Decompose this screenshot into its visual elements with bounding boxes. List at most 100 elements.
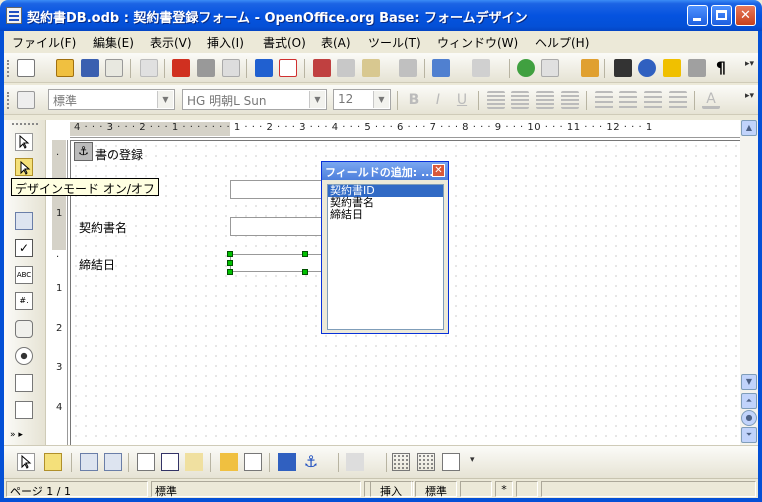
auto-control-focus-icon[interactable] [244,453,262,471]
align-left-icon[interactable] [487,91,505,109]
form-title-label[interactable]: 書の登録 [95,146,143,163]
selection-handle[interactable] [227,260,233,266]
numbering-icon[interactable] [595,91,613,109]
combo-box-icon[interactable] [15,401,33,419]
push-button-icon[interactable] [15,320,33,338]
position-and-size-icon[interactable] [278,453,296,471]
selection-handle[interactable] [227,269,233,275]
chevron-down-icon[interactable]: ▼ [309,91,325,108]
contract-name-label[interactable]: 契約書名 [79,219,127,236]
previous-page-button[interactable]: ⏶ [741,393,757,409]
scroll-down-button[interactable]: ▼ [741,374,757,390]
checkbox-control-icon[interactable]: ✓ [15,239,33,257]
anchor-icon[interactable]: ⚓ [74,142,93,161]
new-document-icon[interactable] [17,59,35,77]
menu-table[interactable]: 表(A) [321,34,351,51]
toolbar-grip[interactable] [12,123,38,125]
design-mode-icon[interactable] [15,158,33,176]
font-color-icon[interactable]: A [702,91,720,109]
chevron-down-icon[interactable]: ▼ [157,91,173,108]
draw-functions-icon[interactable] [581,59,599,77]
chevron-down-icon[interactable]: ▼ [373,91,389,108]
decrease-indent-icon[interactable] [644,91,662,109]
cut-icon[interactable] [313,59,331,77]
form-navigator-icon[interactable] [185,453,203,471]
conclusion-date-textbox[interactable] [230,254,322,272]
selection-handle[interactable] [302,251,308,257]
alignment-icon[interactable] [346,453,364,471]
contract-name-textbox[interactable] [230,217,322,236]
minimize-button[interactable] [687,5,708,26]
form-properties-icon[interactable] [104,453,122,471]
toolbar-overflow-icon[interactable]: ▸▾ [745,59,754,69]
menu-tools[interactable]: ツール(T) [368,34,421,51]
menu-window[interactable]: ウィンドウ(W) [437,34,518,51]
bold-icon[interactable]: B [405,91,423,109]
align-center-icon[interactable] [511,91,529,109]
underline-icon[interactable]: U [453,91,471,109]
menu-view[interactable]: 表示(V) [150,34,192,51]
add-field-dialog[interactable]: フィールドの追加: ... ✕ 契約書ID 契約書名 締結日 [321,161,449,334]
toolbar-overflow-icon[interactable]: ▾ [470,455,475,465]
bullets-icon[interactable] [619,91,637,109]
find-replace-icon[interactable] [614,59,632,77]
digital-signature-indicator[interactable] [516,481,538,497]
selection-mode-indicator[interactable]: 標準 [415,481,457,498]
menu-file[interactable]: ファイル(F) [12,34,76,51]
toolbar-grip[interactable] [7,60,10,77]
align-right-icon[interactable] [536,91,554,109]
styles-formatting-icon[interactable] [17,91,35,109]
toolbar-grip[interactable] [7,92,10,109]
control-properties-icon[interactable] [80,453,98,471]
email-icon[interactable] [105,59,123,77]
app-icon[interactable] [6,7,22,24]
open-folder-icon[interactable] [56,59,74,77]
print-icon[interactable] [197,59,215,77]
italic-icon[interactable]: I [429,91,447,109]
design-mode-icon[interactable] [44,453,62,471]
contract-id-textbox[interactable] [230,180,322,199]
navigation-button[interactable]: ● [741,410,757,426]
spellcheck-icon[interactable] [255,59,273,77]
navigator-compass-icon[interactable] [638,59,656,77]
option-button-icon[interactable] [15,347,33,365]
redo-icon[interactable] [472,59,490,77]
format-paintbrush-icon[interactable] [399,59,417,77]
navigator-icon[interactable] [517,59,535,77]
snap-to-grid-icon[interactable] [417,453,435,471]
field-list[interactable]: 契約書ID 契約書名 締結日 [327,184,444,330]
copy-icon[interactable] [337,59,355,77]
next-page-button[interactable]: ⏷ [741,427,757,443]
add-field-icon[interactable] [161,453,179,471]
modified-indicator[interactable]: * [495,481,513,497]
scroll-up-button[interactable]: ▲ [741,120,757,136]
selection-handle[interactable] [227,251,233,257]
justify-icon[interactable] [561,91,579,109]
increase-indent-icon[interactable] [669,91,687,109]
paste-icon[interactable] [362,59,380,77]
vertical-scrollbar[interactable]: ▲ ▼ ⏶ ● ⏷ [740,120,758,445]
menu-help[interactable]: ヘルプ(H) [535,34,589,51]
selection-handle[interactable] [302,269,308,275]
page-style-indicator[interactable]: 標準 [151,481,361,498]
undo-icon[interactable] [432,59,450,77]
form-design-icon[interactable] [15,212,33,230]
display-grid-icon[interactable] [392,453,410,471]
guides-when-moving-icon[interactable] [442,453,460,471]
open-in-design-mode-icon[interactable] [220,453,238,471]
save-icon[interactable] [81,59,99,77]
maximize-button[interactable] [711,5,732,26]
pdf-export-icon[interactable] [172,59,190,77]
select-pointer-icon[interactable] [15,133,33,151]
object-info-indicator[interactable] [541,481,756,497]
activation-order-icon[interactable] [137,453,155,471]
hyperlink-mode-indicator[interactable] [460,481,492,497]
formatted-field-icon[interactable]: #. [15,292,33,310]
page-indicator[interactable]: ページ 1 / 1 [6,481,148,498]
close-button[interactable]: ✕ [735,5,756,26]
table-icon[interactable] [541,59,559,77]
conclusion-date-label[interactable]: 締結日 [79,256,115,273]
data-sources-icon[interactable] [688,59,706,77]
menu-edit[interactable]: 編集(E) [93,34,134,51]
edit-file-icon[interactable] [140,59,158,77]
